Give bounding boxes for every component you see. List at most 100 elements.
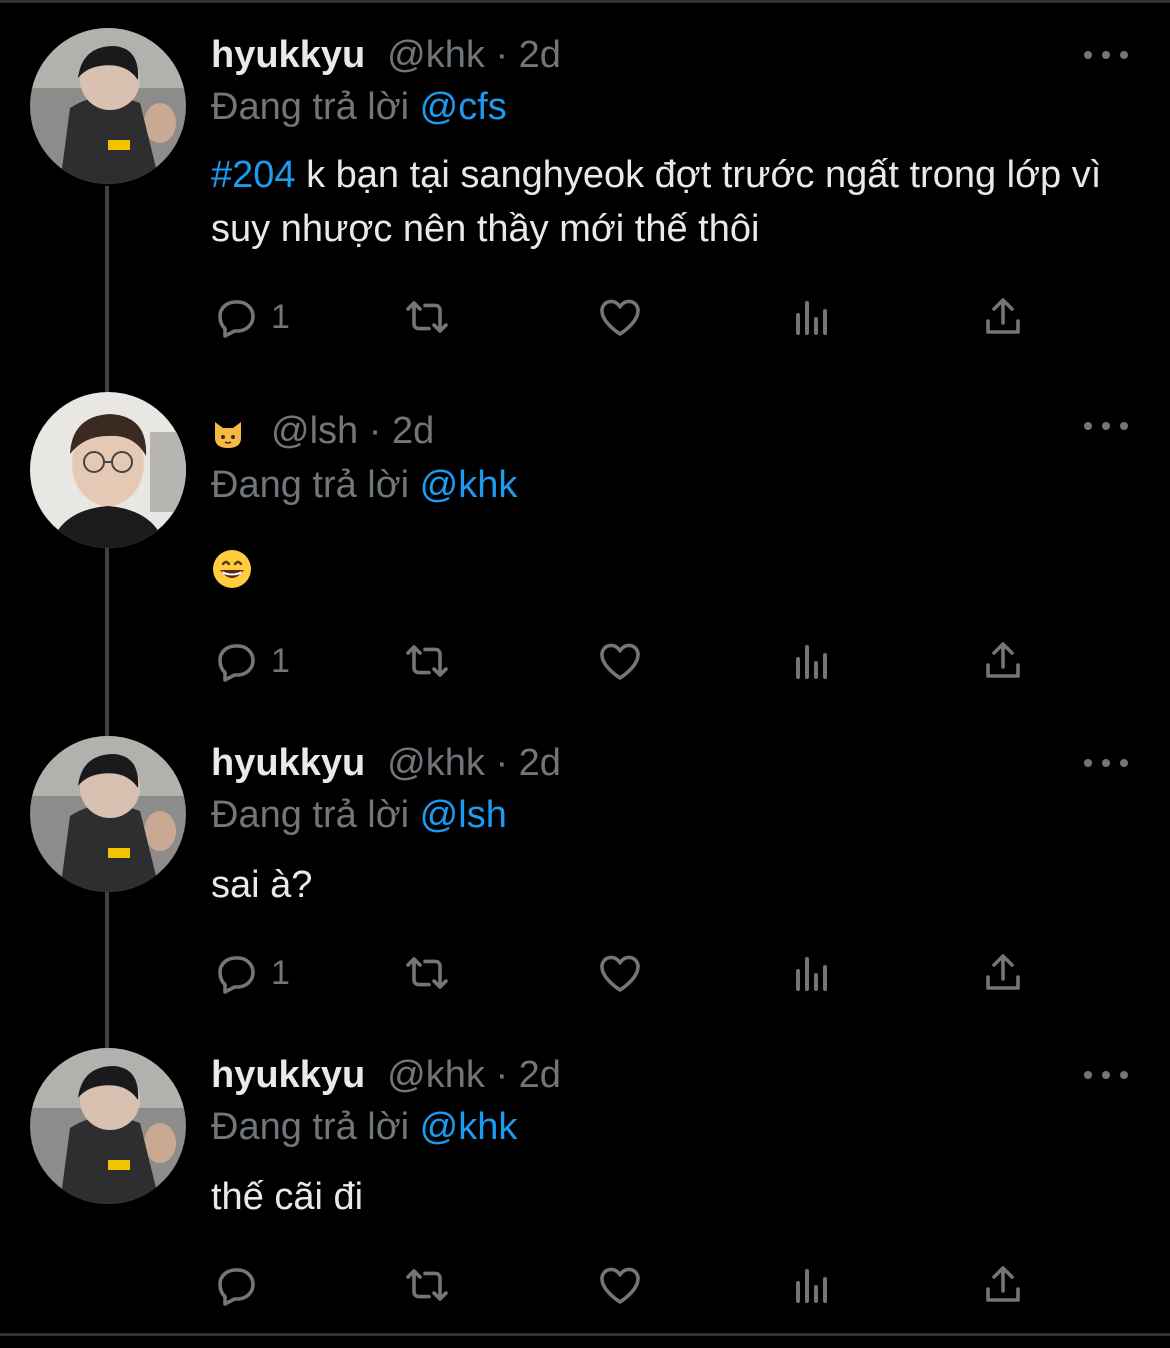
heart-icon — [600, 643, 640, 680]
tweet[interactable]: @lsh · 2d Đang trả lời @khk 1 — [0, 360, 1170, 720]
share-button[interactable] — [979, 636, 1027, 686]
like-button[interactable] — [596, 636, 644, 686]
dot-icon — [1120, 1071, 1128, 1079]
tweet-header: hyukkyu @khk · 2d — [211, 738, 561, 788]
dot-icon — [1084, 51, 1092, 59]
tweet-actions: 1 — [211, 636, 1071, 686]
separator-dot: · — [495, 34, 509, 76]
retweet-icon — [406, 957, 448, 989]
dot-icon — [1084, 1071, 1092, 1079]
avatar-lsh-icon — [30, 392, 186, 548]
dot-icon — [1084, 422, 1092, 430]
share-button[interactable] — [979, 292, 1027, 342]
user-handle[interactable]: @khk — [387, 742, 485, 784]
tweet[interactable]: hyukkyu @khk · 2d Đang trả lời @lsh sai à… — [0, 720, 1170, 1050]
dot-icon — [1120, 51, 1128, 59]
reply-prefix: Đang trả lời — [211, 86, 410, 128]
replying-to: Đang trả lời @lsh — [211, 790, 507, 840]
share-button[interactable] — [979, 948, 1027, 998]
avatar[interactable] — [30, 28, 186, 184]
tweet-thread: hyukkyu @khk · 2d Đang trả lời @cfs #204 … — [0, 0, 1170, 1348]
avatar-hyukkyu-icon — [30, 28, 186, 184]
display-name[interactable]: hyukkyu — [211, 1054, 365, 1096]
retweet-icon — [406, 301, 448, 333]
replying-to: Đang trả lời @khk — [211, 1102, 517, 1152]
tweet-text: sai à? — [211, 864, 313, 906]
reply-icon — [218, 300, 255, 338]
dot-icon — [1120, 422, 1128, 430]
share-icon — [986, 642, 1020, 678]
user-handle[interactable]: @khk — [387, 34, 485, 76]
like-button[interactable] — [596, 292, 644, 342]
timestamp[interactable]: 2d — [519, 1054, 561, 1096]
reply-icon — [218, 644, 255, 682]
share-icon — [986, 954, 1020, 990]
retweet-button[interactable] — [403, 636, 451, 686]
reply-count: 1 — [271, 953, 290, 992]
reply-mention[interactable]: @cfs — [420, 86, 507, 128]
avatar[interactable] — [30, 736, 186, 892]
reply-count: 1 — [271, 297, 290, 336]
reply-icon — [218, 1268, 255, 1306]
reply-mention[interactable]: @khk — [420, 464, 518, 506]
tweet-actions: 1 — [211, 292, 1071, 342]
tweet[interactable]: hyukkyu @khk · 2d Đang trả lời @khk thế c… — [0, 1032, 1170, 1332]
like-button[interactable] — [596, 1260, 644, 1310]
user-handle[interactable]: @lsh — [271, 410, 358, 452]
views-button[interactable] — [788, 292, 836, 342]
reply-button[interactable]: 1 — [211, 636, 290, 686]
avatar[interactable] — [30, 1048, 186, 1204]
heart-icon — [600, 299, 640, 336]
timestamp[interactable]: 2d — [392, 410, 434, 452]
timestamp[interactable]: 2d — [519, 742, 561, 784]
tweet[interactable]: hyukkyu @khk · 2d Đang trả lời @cfs #204 … — [0, 0, 1170, 360]
more-options-button[interactable] — [1084, 1065, 1128, 1085]
more-options-button[interactable] — [1084, 416, 1128, 436]
tweet-body: k bạn tại sanghyeok đợt trước ngất trong… — [211, 154, 1102, 250]
reply-mention[interactable]: @khk — [420, 1106, 518, 1148]
views-button[interactable] — [788, 636, 836, 686]
grinning-face-emoji-icon — [213, 550, 251, 588]
reply-button[interactable]: 1 — [211, 292, 290, 342]
separator-dot: · — [368, 410, 382, 452]
tweet-header: @lsh · 2d — [211, 406, 434, 456]
reply-button[interactable] — [211, 1260, 271, 1310]
reply-mention[interactable]: @lsh — [420, 794, 507, 836]
avatar[interactable] — [30, 392, 186, 548]
dot-icon — [1102, 422, 1110, 430]
display-name[interactable]: hyukkyu — [211, 742, 365, 784]
share-button[interactable] — [979, 1260, 1027, 1310]
share-icon — [986, 298, 1020, 334]
tweet-actions — [211, 1260, 1071, 1310]
more-options-button[interactable] — [1084, 753, 1128, 773]
reply-prefix: Đang trả lời — [211, 464, 410, 506]
hashtag-link[interactable]: #204 — [211, 154, 296, 196]
retweet-icon — [406, 645, 448, 677]
views-button[interactable] — [788, 1260, 836, 1310]
dot-icon — [1084, 759, 1092, 767]
reply-count: 1 — [271, 641, 290, 680]
separator-dot: · — [495, 1054, 509, 1096]
separator-dot: · — [495, 742, 509, 784]
timestamp[interactable]: 2d — [519, 34, 561, 76]
retweet-button[interactable] — [403, 948, 451, 998]
more-options-button[interactable] — [1084, 45, 1128, 65]
bottom-divider — [0, 1333, 1170, 1336]
analytics-icon — [796, 1269, 827, 1303]
heart-icon — [600, 1267, 640, 1304]
retweet-button[interactable] — [403, 1260, 451, 1310]
reply-prefix: Đang trả lời — [211, 1106, 410, 1148]
dot-icon — [1102, 759, 1110, 767]
views-button[interactable] — [788, 948, 836, 998]
like-button[interactable] — [596, 948, 644, 998]
dot-icon — [1102, 51, 1110, 59]
retweet-icon — [406, 1269, 448, 1301]
dot-icon — [1102, 1071, 1110, 1079]
replying-to: Đang trả lời @khk — [211, 460, 517, 510]
cat-emoji-icon — [215, 421, 241, 448]
tweet-actions: 1 — [211, 948, 1071, 998]
user-handle[interactable]: @khk — [387, 1054, 485, 1096]
retweet-button[interactable] — [403, 292, 451, 342]
display-name[interactable]: hyukkyu — [211, 34, 365, 76]
reply-button[interactable]: 1 — [211, 948, 290, 998]
